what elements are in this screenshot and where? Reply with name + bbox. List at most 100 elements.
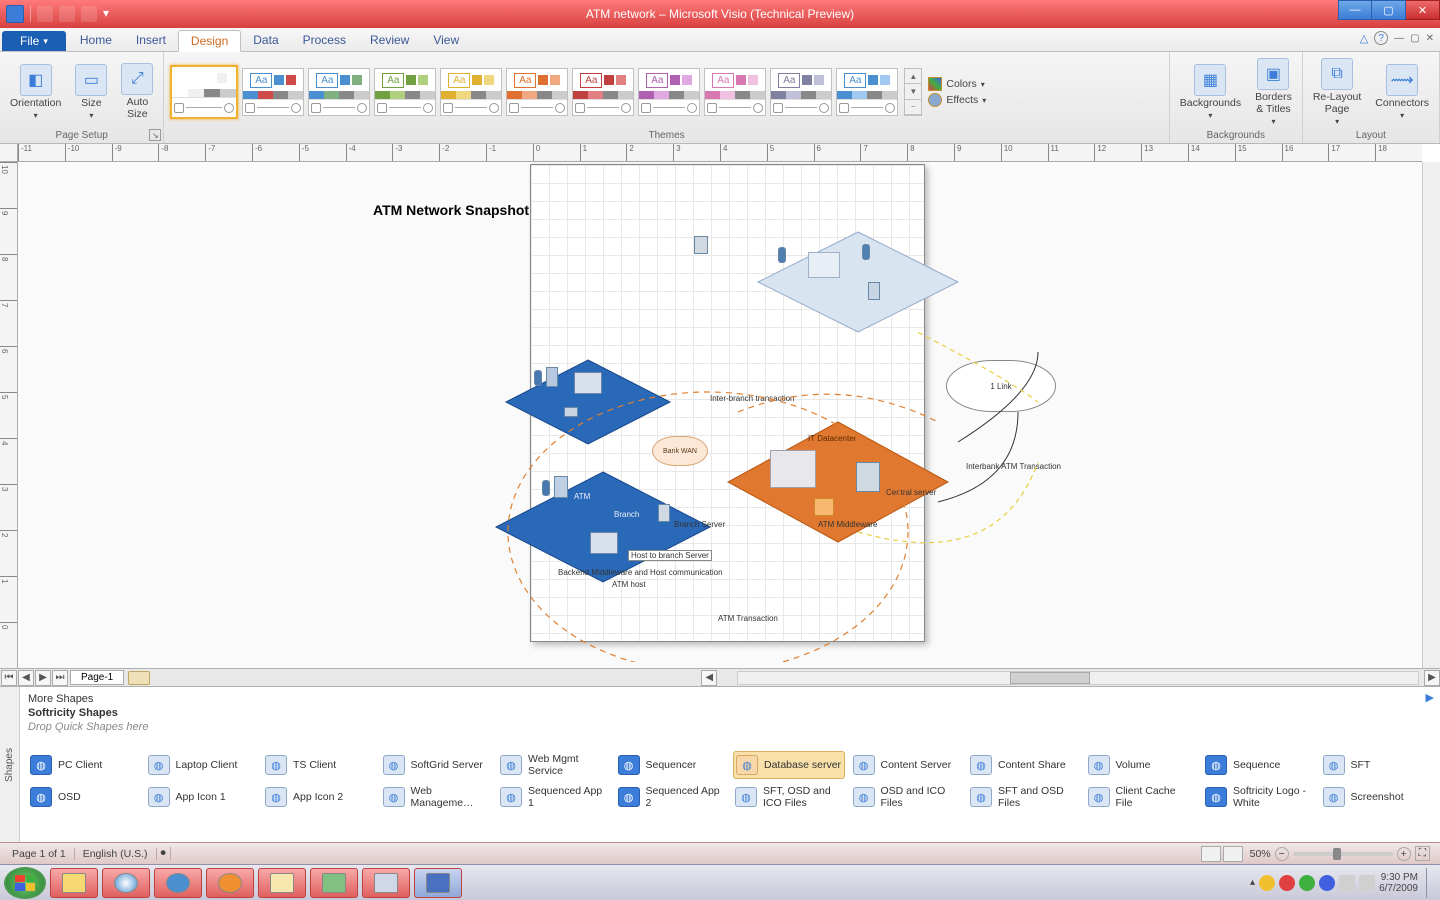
tab-view[interactable]: View [421, 30, 471, 51]
shape-item[interactable]: ◍Volume [1086, 751, 1198, 779]
shape-item[interactable]: ◍Content Server [851, 751, 963, 779]
shape-item[interactable]: ◍Sequencer [616, 751, 728, 779]
taskbar-app-icon[interactable] [310, 868, 358, 898]
shape-item[interactable]: ◍Web Mgmt Service [498, 751, 610, 779]
shape-item[interactable]: ◍OSD and ICO Files [851, 783, 963, 811]
taskbar-visio-icon[interactable] [414, 868, 462, 898]
borders-titles-button[interactable]: ▣ Borders & Titles▾ [1251, 56, 1296, 128]
maximize-button[interactable]: ▢ [1372, 0, 1406, 20]
show-desktop-button[interactable] [1426, 868, 1436, 898]
last-page-icon[interactable]: ⏭ [52, 670, 68, 686]
theme-more-icon[interactable]: ⎯ [905, 100, 921, 115]
theme-down-icon[interactable]: ▼ [905, 84, 921, 99]
tab-review[interactable]: Review [358, 30, 421, 51]
taskbar-outlook-icon[interactable] [50, 868, 98, 898]
connectors-button[interactable]: ⟿ Connectors▾ [1371, 62, 1433, 123]
server-icon[interactable] [694, 236, 708, 254]
theme-swatch[interactable]: Aa [308, 68, 370, 116]
app-icon[interactable] [6, 5, 24, 23]
tab-insert[interactable]: Insert [124, 30, 178, 51]
shape-item[interactable]: ◍Sequence [1203, 751, 1315, 779]
theme-swatch[interactable]: Aa [374, 68, 436, 116]
hscroll-right-icon[interactable]: ▶ [1424, 670, 1440, 686]
shape-item[interactable]: ◍SFT [1321, 751, 1433, 779]
shape-item[interactable]: ◍SFT, OSD and ICO Files [733, 783, 845, 811]
tab-design[interactable]: Design [178, 30, 241, 52]
taskbar-explorer-icon[interactable] [258, 868, 306, 898]
server-icon[interactable] [868, 282, 880, 300]
zoom-out-button[interactable]: − [1275, 847, 1289, 861]
relayout-button[interactable]: ⧉ Re-Layout Page▾ [1309, 56, 1365, 128]
orientation-button[interactable]: ◧ Orientation ▾ [6, 62, 65, 123]
close-button[interactable]: ✕ [1406, 0, 1440, 20]
tray-up-icon[interactable]: ▴ [1250, 877, 1255, 888]
shape-item[interactable]: ◍Content Share [968, 751, 1080, 779]
server-rack-icon[interactable] [856, 462, 880, 492]
shape-item[interactable]: ◍Client Cache File [1086, 783, 1198, 811]
clock[interactable]: 9:30 PM 6/7/2009 [1379, 872, 1422, 894]
first-page-icon[interactable]: ⏮ [1, 670, 17, 686]
undo-icon[interactable] [59, 6, 75, 22]
person-icon[interactable] [862, 244, 870, 260]
tab-data[interactable]: Data [241, 30, 290, 51]
shape-item[interactable]: ◍PC Client [28, 751, 140, 779]
shape-item[interactable]: ◍TS Client [263, 751, 375, 779]
expand-shapes-icon[interactable]: ▶ [1426, 691, 1434, 704]
theme-swatch[interactable]: Aa [506, 68, 568, 116]
tray-icon[interactable] [1319, 875, 1335, 891]
effects-dropdown[interactable]: Effects▾ [928, 93, 986, 107]
building-icon[interactable] [808, 252, 840, 278]
datacenter-building-icon[interactable] [770, 450, 816, 488]
datacenter-platform[interactable] [718, 412, 958, 552]
help-icon[interactable]: ? [1374, 31, 1388, 45]
theme-swatch[interactable]: Aa [836, 68, 898, 116]
qat-dropdown-icon[interactable]: ▾ [103, 6, 113, 22]
stencil-name[interactable]: Softricity Shapes [28, 707, 1432, 719]
theme-swatch[interactable]: Aa [242, 68, 304, 116]
shape-item[interactable]: ◍SFT and OSD Files [968, 783, 1080, 811]
save-icon[interactable] [37, 6, 53, 22]
theme-gallery-nav[interactable]: ▲ ▼ ⎯ [904, 68, 922, 116]
theme-up-icon[interactable]: ▲ [905, 69, 921, 84]
auto-size-button[interactable]: ⤢ Auto Size [117, 61, 157, 122]
macro-recorder-icon[interactable]: ⏺ [157, 847, 171, 860]
more-shapes-link[interactable]: More Shapes [28, 691, 1432, 707]
tray-icon[interactable] [1259, 875, 1275, 891]
zoom-level[interactable]: 50% [1250, 848, 1271, 860]
theme-swatch[interactable]: Aa [770, 68, 832, 116]
branch-server-icon[interactable] [658, 504, 670, 522]
building-icon[interactable] [574, 372, 602, 394]
one-link-cloud[interactable]: 1 Link [946, 360, 1056, 412]
vertical-scrollbar[interactable] [1422, 162, 1440, 668]
person-icon[interactable] [778, 247, 786, 263]
mdi-close-icon[interactable]: ✕ [1426, 33, 1434, 44]
shape-item[interactable]: ◍Web Manageme… [381, 783, 493, 811]
box-icon[interactable] [564, 407, 578, 417]
theme-swatch[interactable]: Aa [638, 68, 700, 116]
size-button[interactable]: ▭ Size ▾ [71, 62, 111, 123]
host-building-icon[interactable] [590, 532, 618, 554]
shape-item[interactable]: ◍Database server [733, 751, 845, 779]
branch-platform-1[interactable] [498, 352, 678, 452]
theme-gallery[interactable]: Aa Aa Aa Aa Aa Aa Aa Aa Aa Aa Aa [170, 65, 898, 119]
tray-network-icon[interactable] [1339, 875, 1355, 891]
taskbar-app2-icon[interactable] [362, 868, 410, 898]
fullscreen-view-icon[interactable] [1223, 846, 1243, 862]
minimize-button[interactable]: — [1338, 0, 1372, 20]
backgrounds-button[interactable]: ▦ Backgrounds▾ [1176, 62, 1245, 123]
shape-item[interactable]: ◍SoftGrid Server [381, 751, 493, 779]
page-tab[interactable]: Page-1 [70, 670, 124, 685]
prev-page-icon[interactable]: ◀ [18, 670, 34, 686]
page-indicator[interactable]: Page 1 of 1 [4, 848, 75, 860]
fit-page-icon[interactable]: ⛶ [1415, 846, 1430, 861]
mdi-restore-icon[interactable]: ▢ [1410, 33, 1419, 44]
file-tab[interactable]: File▾ [2, 31, 66, 51]
mdi-minimize-icon[interactable]: — [1394, 33, 1404, 44]
shape-item[interactable]: ◍OSD [28, 783, 140, 811]
person-icon[interactable] [542, 480, 550, 496]
taskbar-media-icon[interactable] [206, 868, 254, 898]
next-page-icon[interactable]: ▶ [35, 670, 51, 686]
tray-icon[interactable] [1279, 875, 1295, 891]
tray-icon[interactable] [1299, 875, 1315, 891]
shape-item[interactable]: ◍Laptop Client [146, 751, 258, 779]
